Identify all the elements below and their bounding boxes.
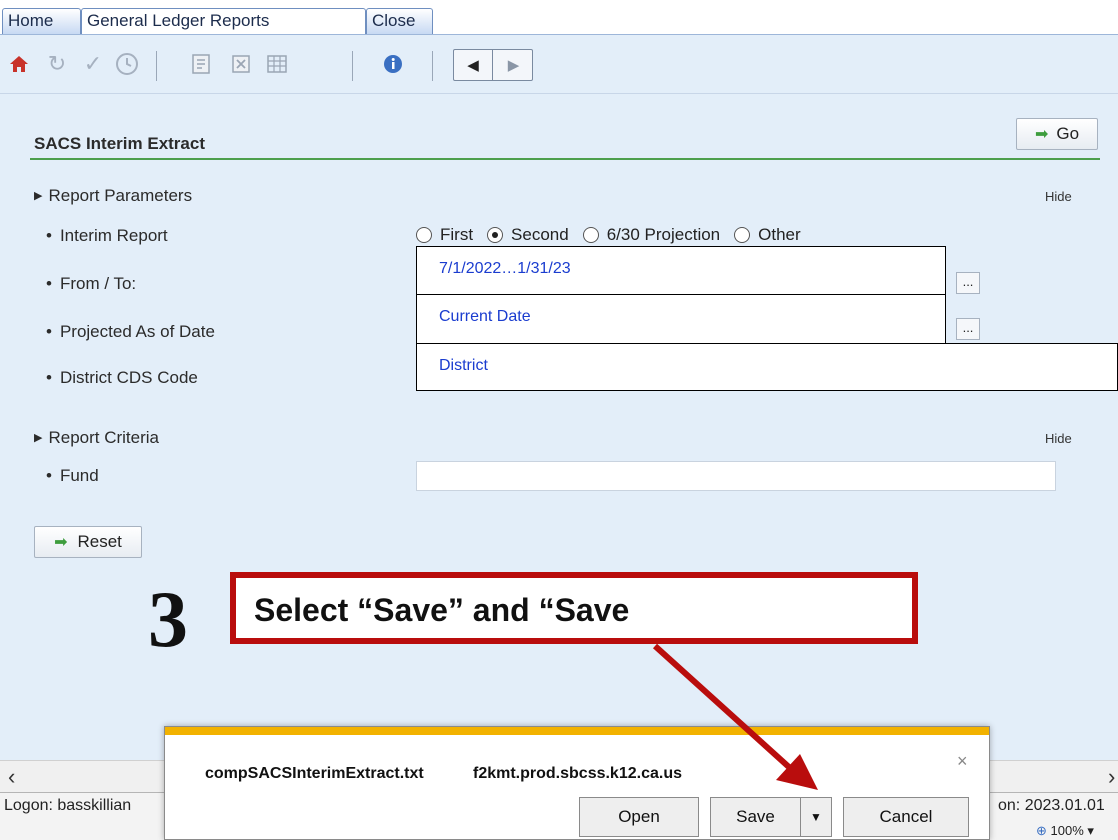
excel-icon[interactable] xyxy=(226,49,256,79)
radio-button xyxy=(734,227,751,243)
cancel-label: Cancel xyxy=(879,807,933,826)
refresh-icon[interactable]: ↻ xyxy=(42,49,72,79)
zoom-control[interactable]: ⊕ 100% ▾ xyxy=(1036,823,1094,839)
expand-triangle-icon: ▶ xyxy=(34,190,43,202)
nav-arrows: ◀ ▶ xyxy=(453,49,533,81)
download-filename: compSACSInterimExtract.txt xyxy=(205,765,424,782)
radio-button xyxy=(416,227,432,243)
open-button[interactable]: Open xyxy=(579,797,699,837)
page-title: SACS Interim Extract xyxy=(34,134,205,153)
save-button[interactable]: Save xyxy=(710,797,800,837)
projected-date-field[interactable]: Current Date xyxy=(416,294,946,344)
home-icon[interactable] xyxy=(4,49,34,79)
dialog-accent-bar xyxy=(165,727,989,735)
clock-icon[interactable] xyxy=(112,49,142,79)
logon-status: Logon: basskillian xyxy=(4,797,132,814)
close-icon[interactable]: × xyxy=(957,751,968,772)
scroll-left-icon[interactable]: ‹ xyxy=(8,764,15,790)
radio-6-30-projection[interactable]: 6/30 Projection xyxy=(582,225,721,245)
save-label: Save xyxy=(736,807,775,826)
toolbar-separator xyxy=(156,51,157,81)
reset-label: Reset xyxy=(77,532,122,551)
from-to-picker-button[interactable]: ... xyxy=(956,272,980,294)
radio-first[interactable]: First xyxy=(416,225,473,245)
tab-home[interactable]: Home xyxy=(2,8,81,34)
go-label: Go xyxy=(1056,124,1080,143)
tab-close[interactable]: Close xyxy=(366,8,433,34)
arrow-right-icon: ➡ xyxy=(1034,126,1049,143)
title-underline xyxy=(30,158,1100,160)
radio-other[interactable]: Other xyxy=(734,225,801,245)
toolbar: ↻ ✓ ◀ ▶ xyxy=(0,34,1118,94)
arrow-left-icon[interactable]: ◀ xyxy=(454,50,493,80)
interim-report-radio-group: First Second 6/30 Projection Other xyxy=(416,225,815,245)
arrow-right-icon[interactable]: ▶ xyxy=(494,50,533,80)
instruction-callout: Select “Save” and “Save xyxy=(230,572,918,644)
projected-date-picker-button[interactable]: ... xyxy=(956,318,980,340)
save-options-dropdown[interactable]: ▼ xyxy=(800,797,832,837)
check-icon[interactable]: ✓ xyxy=(78,49,108,79)
expand-triangle-icon: ▶ xyxy=(34,432,43,444)
arrow-right-icon: ➡ xyxy=(54,534,68,551)
tab-bar: Home General Ledger Reports Close xyxy=(0,0,1118,34)
go-button[interactable]: ➡ Go xyxy=(1016,118,1098,150)
reset-button[interactable]: ➡ Reset xyxy=(34,526,142,558)
tab-general-ledger-reports[interactable]: General Ledger Reports xyxy=(81,8,366,34)
district-cds-field[interactable]: District xyxy=(416,343,1118,391)
radio-label: Second xyxy=(511,225,569,244)
cancel-button[interactable]: Cancel xyxy=(843,797,969,837)
zoom-level: 100% xyxy=(1050,823,1084,838)
projected-date-label: Projected As of Date xyxy=(46,322,215,342)
open-label: Open xyxy=(618,807,660,826)
section-label: Report Parameters xyxy=(48,186,193,205)
download-host: f2kmt.prod.sbcss.k12.ca.us xyxy=(473,765,682,782)
instruction-text: Select “Save” and “Save xyxy=(254,592,630,628)
report-criteria-header[interactable]: ▶ Report Criteria xyxy=(34,428,159,448)
interim-report-label: Interim Report xyxy=(46,226,168,246)
radio-label: Other xyxy=(758,225,801,244)
radio-second[interactable]: Second xyxy=(487,225,569,245)
version-status: on: 2023.01.01 xyxy=(998,797,1105,814)
step-number: 3 xyxy=(148,576,188,664)
toolbar-separator xyxy=(432,51,433,81)
pdf-icon[interactable] xyxy=(186,49,216,79)
radio-label: First xyxy=(440,225,474,244)
download-dialog: compSACSInterimExtract.txt f2kmt.prod.sb… xyxy=(164,726,990,840)
radio-label: 6/30 Projection xyxy=(606,225,721,244)
report-parameters-header[interactable]: ▶ Report Parameters xyxy=(34,186,192,206)
section-label: Report Criteria xyxy=(48,428,160,447)
fund-label: Fund xyxy=(46,466,99,486)
scroll-right-icon[interactable]: › xyxy=(1108,764,1115,790)
from-to-field[interactable]: 7/1/2022…1/31/23 xyxy=(416,246,946,296)
hide-criteria-link[interactable]: Hide xyxy=(1045,431,1072,446)
zoom-icon: ⊕ xyxy=(1036,823,1047,838)
radio-button-selected xyxy=(487,227,504,243)
hide-parameters-link[interactable]: Hide xyxy=(1045,189,1072,204)
district-cds-label: District CDS Code xyxy=(46,368,198,388)
info-icon[interactable] xyxy=(378,49,408,79)
radio-button xyxy=(582,227,599,243)
from-to-label: From / To: xyxy=(46,274,136,294)
grid-icon[interactable] xyxy=(262,49,292,79)
fund-input[interactable] xyxy=(416,461,1056,491)
toolbar-separator xyxy=(352,51,353,81)
